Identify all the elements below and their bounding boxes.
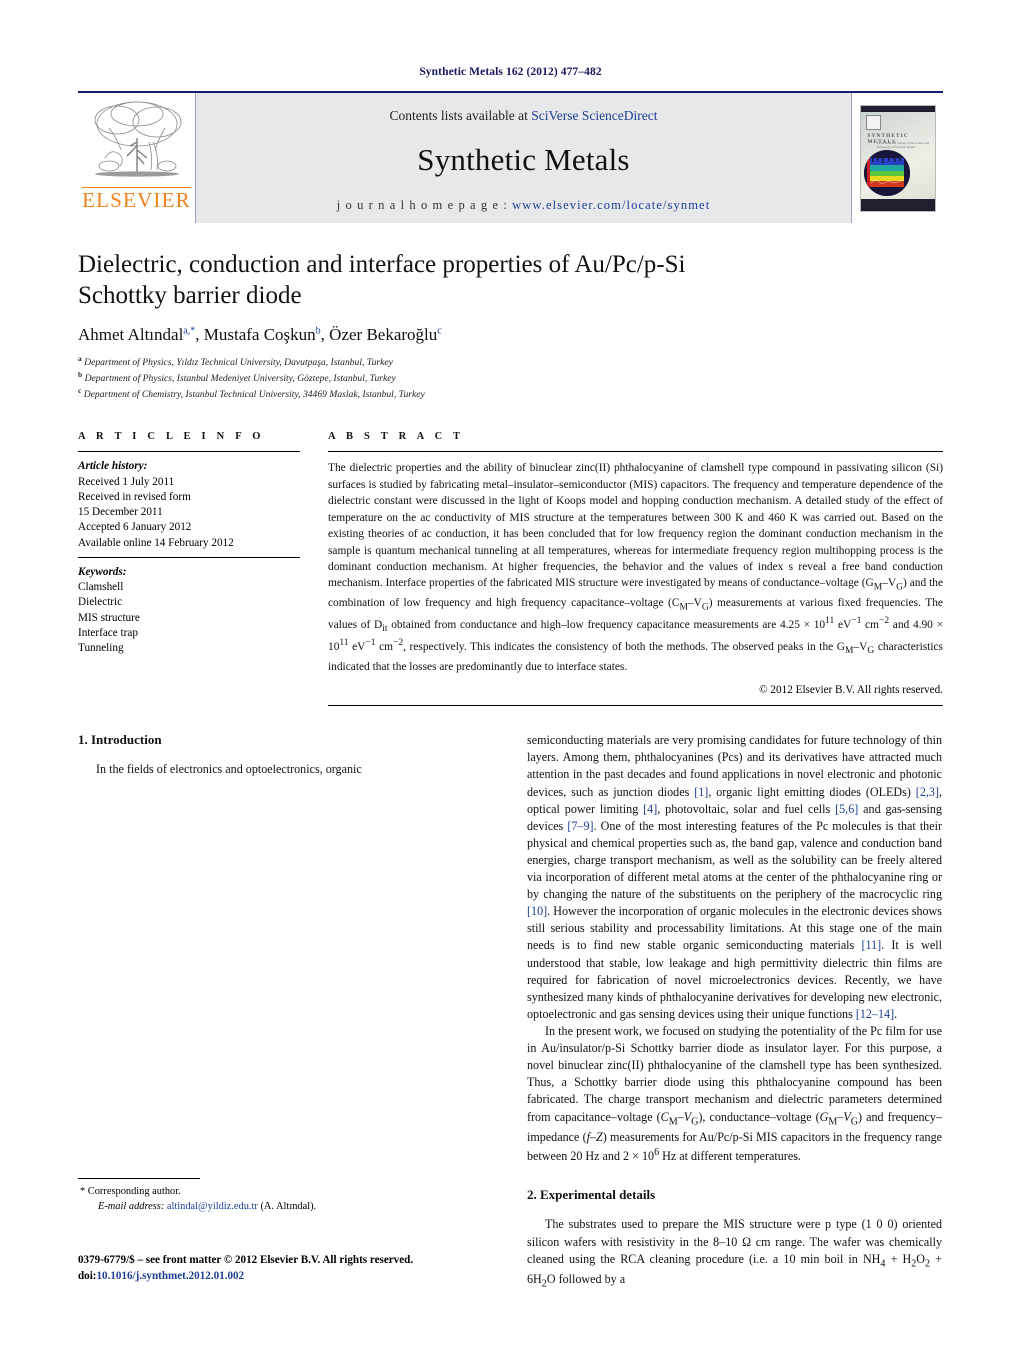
keywords-label: Keywords:	[78, 565, 127, 578]
history-line: 15 December 2011	[78, 506, 163, 519]
homepage-label: j o u r n a l h o m e p a g e :	[336, 197, 513, 212]
cover-spectrum-circle	[863, 149, 910, 196]
affiliation-list: a Department of Physics, Yıldız Technica…	[78, 354, 943, 401]
email-owner: (A. Altındal).	[260, 1201, 317, 1213]
intro-paragraph-1: In the fields of electronics and optoele…	[96, 762, 362, 777]
journal-title: Synthetic Metals	[417, 141, 630, 177]
abstract-text: The dielectric properties and the abilit…	[328, 462, 943, 673]
imprint-block: 0379-6779/$ – see front matter © 2012 El…	[78, 1252, 548, 1284]
right-column: semiconducting materials are very promis…	[527, 732, 942, 1292]
elsevier-tree-icon	[94, 101, 181, 177]
history-line: Available online 14 February 2012	[78, 536, 234, 549]
article-info-column: A R T I C L E I N F O Article history: R…	[78, 431, 300, 706]
author-affil-marker: c	[437, 325, 442, 337]
keyword-item: Tunneling	[78, 641, 124, 654]
author-list: Ahmet Altındala,*, Mustafa Coşkunb, Özer…	[78, 325, 442, 344]
cover-top-bar	[860, 105, 935, 112]
running-head: Synthetic Metals 162 (2012) 477–482	[419, 66, 602, 78]
affiliation-marker: a	[78, 354, 82, 363]
affiliation-text: Department of Chemistry, Istanbul Techni…	[83, 388, 425, 400]
affiliation-item: b Department of Physics, Istanbul Medeni…	[78, 370, 943, 386]
info-abstract-row: A R T I C L E I N F O Article history: R…	[78, 431, 943, 707]
cover-subtitle: An International Journal on the Science …	[876, 140, 930, 149]
journal-homepage-line: j o u r n a l h o m e p a g e : www.else…	[337, 198, 711, 213]
affiliation-text: Department of Physics, Yıldız Technical …	[84, 357, 393, 369]
intro-paragraph-1-cont: semiconducting materials are very promis…	[527, 733, 942, 1021]
author-affil-marker: a,*	[183, 325, 196, 337]
affiliation-text: Department of Physics, Istanbul Medeniye…	[84, 372, 396, 384]
doi-line: doi:10.1016/j.synthmet.2012.01.002	[78, 1268, 548, 1284]
corresponding-author-note: * Corresponding author.	[80, 1186, 181, 1197]
cover-bottom-bar	[860, 198, 935, 211]
keywords-block: Keywords: Clamshell Dielectric MIS struc…	[78, 558, 300, 656]
affiliation-marker: c	[78, 385, 82, 395]
contents-prefix: Contents lists available at	[389, 107, 532, 123]
keyword-item: Interface trap	[78, 626, 138, 639]
article-history: Article history: Received 1 July 2011 Re…	[78, 452, 300, 556]
abstract-column: A B S T R A C T The dielectric propertie…	[328, 431, 943, 707]
journal-masthead: ELSEVIER Contents lists available at Sci…	[78, 91, 943, 223]
history-line: Received in revised form	[78, 490, 191, 503]
article-history-label: Article history:	[78, 460, 148, 473]
homepage-url[interactable]: www.elsevier.com/locate/synmet	[512, 198, 710, 212]
experimental-paragraph-1: The substrates used to prepare the MIS s…	[527, 1217, 942, 1290]
email-label: E-mail address:	[98, 1201, 165, 1213]
history-line: Accepted 6 January 2012	[78, 521, 192, 534]
keyword-item: Dielectric	[78, 596, 123, 609]
doi-value[interactable]: 10.1016/j.synthmet.2012.01.002	[97, 1270, 245, 1282]
affiliation-item: c Department of Chemistry, Istanbul Tech…	[78, 386, 943, 402]
contents-available-line: Contents lists available at SciVerse Sci…	[389, 108, 657, 124]
title-block: Dielectric, conduction and interface pro…	[78, 249, 943, 401]
elsevier-logo: ELSEVIER	[78, 93, 196, 223]
page-title: Dielectric, conduction and interface pro…	[78, 251, 686, 309]
author-affil-marker: b	[315, 325, 321, 337]
abstract-heading: A B S T R A C T	[328, 431, 465, 443]
section-heading-experimental: 2. Experimental details	[527, 1187, 656, 1203]
journal-band: Contents lists available at SciVerse Sci…	[196, 93, 851, 223]
footnote-block: * Corresponding author. E-mail address: …	[78, 1178, 493, 1214]
affiliation-item: a Department of Physics, Yıldız Technica…	[78, 354, 943, 370]
elsevier-wordmark: ELSEVIER	[82, 187, 191, 212]
footnote-rule	[78, 1178, 200, 1179]
cover-publisher-box	[865, 114, 881, 130]
section-heading-introduction: 1. Introduction	[78, 732, 162, 748]
cover-image: SYNTHETIC METALS An International Journa…	[859, 104, 936, 212]
keyword-item: Clamshell	[78, 581, 124, 594]
spectrum-plot-icon	[863, 149, 910, 196]
journal-cover-thumbnail[interactable]: SYNTHETIC METALS An International Journa…	[851, 93, 943, 223]
keyword-item: MIS structure	[78, 611, 140, 624]
article-info-heading: A R T I C L E I N F O	[78, 431, 265, 443]
sciencedirect-link[interactable]: SciVerse ScienceDirect	[531, 108, 657, 123]
affiliation-marker: b	[78, 369, 83, 379]
email-link[interactable]: altindal@yildiz.edu.tr	[167, 1201, 258, 1212]
abstract-rule-bottom	[328, 705, 943, 707]
history-line: Received 1 July 2011	[78, 475, 175, 488]
copyright-line: © 2012 Elsevier B.V. All rights reserved…	[759, 684, 943, 697]
doi-label: doi:	[78, 1270, 97, 1283]
journal-article-page: Synthetic Metals 162 (2012) 477–482 ELSE…	[0, 0, 1021, 1351]
issn-copyright-line: 0379-6779/$ – see front matter © 2012 El…	[78, 1254, 414, 1266]
intro-paragraph-2: In the present work, we focused on study…	[527, 1024, 942, 1164]
email-note: E-mail address: altindal@yildiz.edu.tr (…	[78, 1199, 493, 1214]
